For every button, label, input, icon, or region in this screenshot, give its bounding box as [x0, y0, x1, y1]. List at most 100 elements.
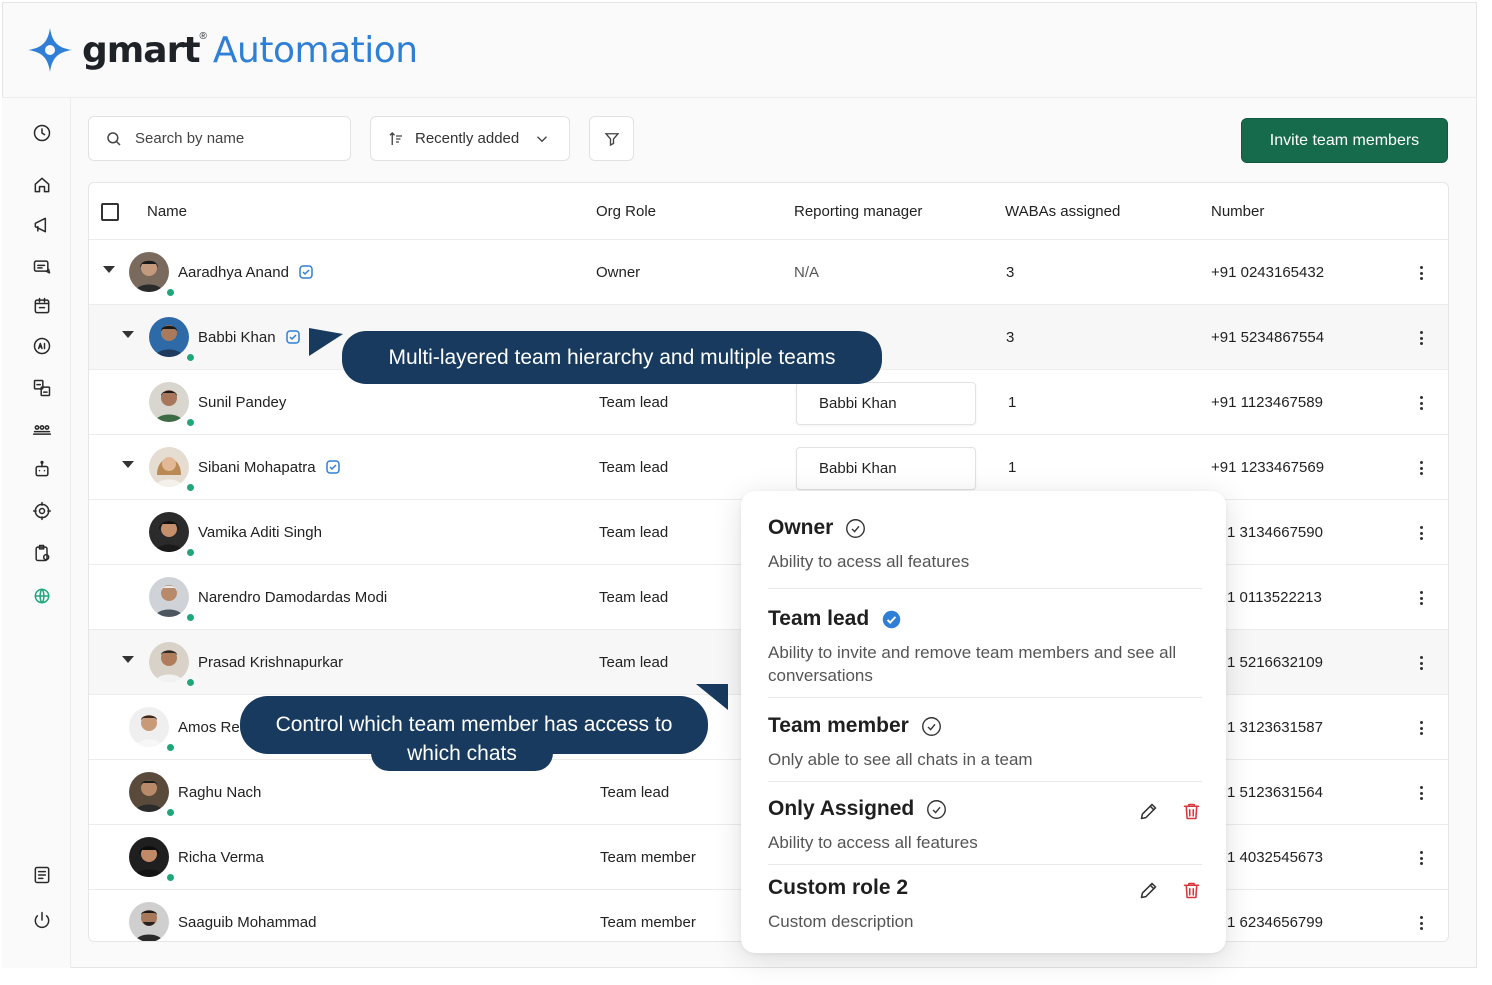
filter-icon: [604, 132, 619, 146]
avatar: [129, 252, 169, 292]
role-option-team-lead[interactable]: Team lead Ability to invite and remove t…: [768, 607, 1202, 687]
member-name: Vamika Aditi Singh: [198, 523, 322, 541]
member-name: Raghu Nach: [178, 783, 262, 801]
sidebar: [2, 98, 71, 968]
phone-number: +91 5234867554: [1211, 328, 1325, 346]
phone-number: 1 3123631587: [1227, 718, 1323, 736]
filter-button[interactable]: [589, 116, 634, 161]
collapse-caret-icon[interactable]: [122, 331, 134, 338]
power-icon[interactable]: [30, 908, 54, 932]
org-role: Team member: [600, 913, 696, 931]
row-menu-icon[interactable]: [1415, 524, 1427, 542]
access-callout-line1: Control which team member has access to: [275, 713, 673, 736]
role-option-only-assigned[interactable]: Only Assigned Ability to access all feat…: [768, 797, 1202, 854]
header-divider: [2, 97, 1477, 98]
role-title: Owner: [768, 516, 834, 539]
clipboard-icon[interactable]: [30, 541, 54, 565]
translate-icon[interactable]: [30, 376, 54, 400]
hierarchy-callout: Multi-layered team hierarchy and multipl…: [342, 331, 882, 384]
avatar: [149, 447, 189, 487]
row-menu-icon[interactable]: [1415, 784, 1427, 802]
check-circle-filled-icon: [882, 610, 901, 628]
verified-icon: [285, 330, 300, 344]
phone-number: 1 4032545673: [1227, 848, 1323, 866]
collapse-caret-icon[interactable]: [103, 266, 115, 273]
calendar-icon[interactable]: [30, 294, 54, 318]
org-role: Owner: [596, 263, 641, 281]
table-row[interactable]: Aaradhya Anand Owner N/A 3 +91 024316543…: [89, 240, 1448, 305]
online-status-dot: [166, 873, 175, 882]
member-name: Aaradhya Anand: [178, 263, 289, 281]
brand-star-icon: [28, 28, 72, 72]
row-menu-icon[interactable]: [1415, 849, 1427, 867]
ai-icon[interactable]: [30, 334, 54, 358]
row-menu-icon[interactable]: [1415, 459, 1427, 477]
reporting-manager-select[interactable]: Babbi Khan: [796, 382, 976, 425]
row-menu-icon[interactable]: [1415, 329, 1427, 347]
edit-pencil-icon[interactable]: [1138, 880, 1159, 901]
collapse-caret-icon[interactable]: [122, 461, 134, 468]
reporting-manager: N/A: [794, 263, 820, 281]
collapse-caret-icon[interactable]: [122, 656, 134, 663]
phone-number: 1 5123631564: [1227, 783, 1323, 801]
online-status-dot: [186, 548, 195, 557]
sort-dropdown[interactable]: Recently added: [370, 116, 570, 161]
org-role: Team lead: [599, 523, 669, 541]
phone-number: 1 0113522213: [1227, 588, 1322, 606]
search-input[interactable]: [135, 130, 335, 147]
message-edit-icon[interactable]: [30, 255, 54, 279]
registered-mark: ®: [199, 30, 207, 42]
callout-pointer: [309, 328, 343, 362]
wabas-assigned: 3: [1006, 328, 1015, 346]
delete-trash-icon[interactable]: [1181, 880, 1202, 901]
role-option-custom-role-2[interactable]: Custom role 2 Custom description: [768, 876, 1202, 933]
member-name: Sunil Pandey: [198, 393, 287, 411]
document-icon[interactable]: [30, 863, 54, 887]
brand-name: gmart: [82, 29, 201, 71]
role-description: Ability to acess all features: [768, 552, 970, 571]
row-menu-icon[interactable]: [1415, 589, 1427, 607]
edit-pencil-icon[interactable]: [1138, 801, 1159, 822]
member-name: Saaguib Mohammad: [178, 913, 317, 931]
row-menu-icon[interactable]: [1415, 654, 1427, 672]
role-divider: [768, 697, 1202, 698]
org-role: Team lead: [599, 458, 669, 476]
role-title: Team member: [768, 714, 909, 737]
access-callout-tail: which chats: [371, 736, 553, 771]
column-number: Number: [1211, 203, 1265, 220]
phone-number: +91 0243165432: [1211, 263, 1325, 281]
member-name: Amos Rea: [178, 718, 249, 736]
avatar: [149, 317, 189, 357]
online-status-dot: [186, 418, 195, 427]
globe-icon[interactable]: [30, 584, 54, 608]
invite-team-members-button[interactable]: Invite team members: [1241, 118, 1448, 163]
sort-label: Recently added: [415, 130, 520, 147]
member-name: Prasad Krishnapurkar: [198, 653, 344, 671]
row-menu-icon[interactable]: [1415, 264, 1427, 282]
search-box[interactable]: [88, 116, 351, 161]
home-icon[interactable]: [30, 173, 54, 197]
team-icon[interactable]: [30, 418, 54, 442]
select-all-checkbox[interactable]: [101, 203, 119, 221]
settings-icon[interactable]: [30, 499, 54, 523]
clock-icon[interactable]: [30, 121, 54, 145]
role-title: Custom role 2: [768, 876, 909, 899]
role-divider: [768, 588, 1202, 589]
bot-icon[interactable]: [30, 457, 54, 481]
column-org-role: Org Role: [596, 203, 657, 220]
row-menu-icon[interactable]: [1415, 914, 1427, 932]
phone-number: 1 6234656799: [1227, 913, 1323, 931]
avatar: [129, 837, 169, 877]
megaphone-icon[interactable]: [30, 213, 54, 237]
reporting-manager-select[interactable]: Babbi Khan: [796, 447, 976, 490]
row-menu-icon[interactable]: [1415, 394, 1427, 412]
row-menu-icon[interactable]: [1415, 719, 1427, 737]
app-logo: gmart ® Automation: [26, 24, 418, 76]
delete-trash-icon[interactable]: [1181, 801, 1202, 822]
chevron-down-icon: [537, 135, 548, 142]
online-status-dot: [166, 288, 175, 297]
avatar: [129, 902, 169, 941]
role-option-owner[interactable]: Owner Ability to acess all features: [768, 516, 1202, 573]
role-option-team-member[interactable]: Team member Only able to see all chats i…: [768, 714, 1202, 771]
role-title: Team lead: [768, 607, 870, 630]
